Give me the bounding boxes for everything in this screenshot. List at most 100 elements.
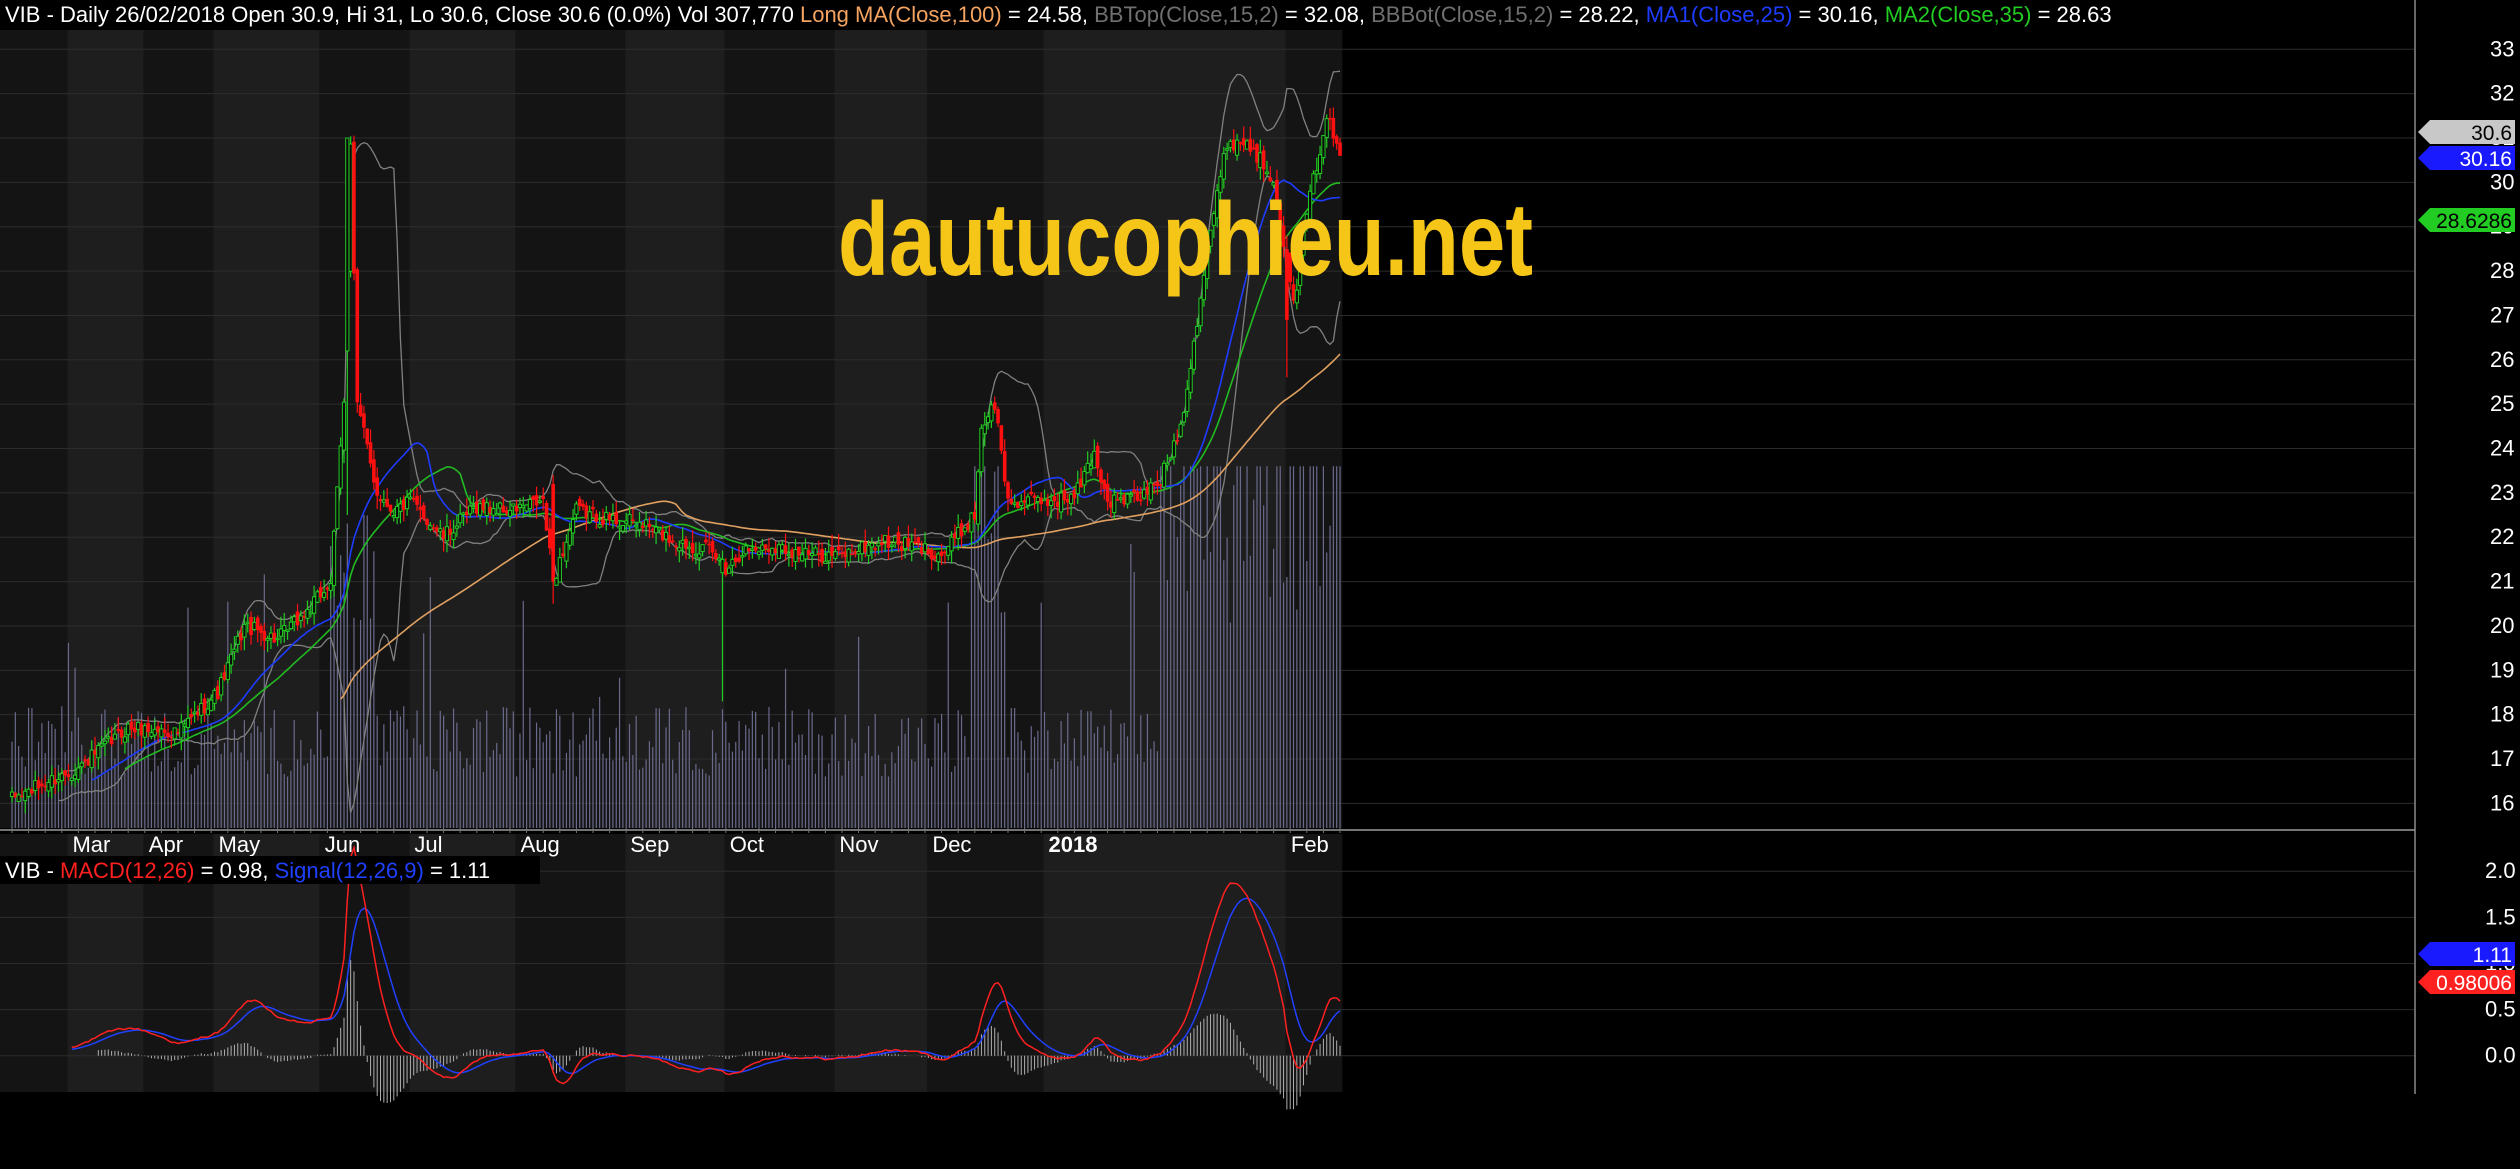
candle-body <box>793 549 798 562</box>
candle-body <box>1118 497 1123 500</box>
candle-body <box>275 637 280 641</box>
candle-body <box>454 525 459 529</box>
candle-body <box>521 505 526 509</box>
candle-body <box>581 503 585 507</box>
candle-body <box>312 596 317 614</box>
candle-body <box>1268 177 1273 182</box>
candle-body <box>902 536 908 550</box>
candle-body <box>185 717 191 728</box>
candle-body <box>551 484 555 582</box>
candle-body <box>677 547 682 552</box>
header-segment: = 28.22, <box>1553 2 1645 27</box>
candle-body <box>1317 154 1323 175</box>
candle-body <box>1234 139 1240 156</box>
candle-body <box>23 790 28 802</box>
price-tick-label: 17 <box>2490 746 2514 771</box>
candle-body <box>1012 502 1017 505</box>
candle-body <box>162 729 167 734</box>
candle-body <box>398 503 403 512</box>
candle-body <box>866 544 871 556</box>
candle-body <box>564 541 569 562</box>
candle-body <box>199 702 204 716</box>
candle-body <box>869 542 874 548</box>
candle-body <box>225 662 230 681</box>
candle-body <box>780 544 785 551</box>
header-segment: Long MA(Close,100) <box>800 2 1002 27</box>
candle-body <box>756 551 762 556</box>
candle-body <box>122 736 127 743</box>
candle-body <box>524 504 529 512</box>
candle-body <box>770 547 775 556</box>
candle-body <box>1168 457 1173 460</box>
chart-canvas[interactable]: 161718192021222324252627282930313233 Mar… <box>0 0 2520 1164</box>
candle-body <box>33 780 38 791</box>
candle-body <box>1092 450 1097 469</box>
candle-body <box>288 621 293 630</box>
candle-body <box>939 551 944 556</box>
time-tick-label: Oct <box>730 832 764 857</box>
time-tick-label: Jun <box>325 832 360 857</box>
header-segment: = 32.08, <box>1279 2 1371 27</box>
candle-body <box>362 413 366 428</box>
candle-body <box>1161 462 1167 488</box>
candle-body <box>212 689 217 704</box>
chart-window: 161718192021222324252627282930313233 Mar… <box>0 0 2520 1164</box>
candle-body <box>1095 445 1100 469</box>
candle-body <box>451 532 456 541</box>
candle-body <box>548 528 552 549</box>
candle-body <box>823 560 828 564</box>
header-segment: VIB - <box>5 858 60 883</box>
time-tick-label: Nov <box>839 832 878 857</box>
candle-body <box>478 503 483 516</box>
chart-header: VIB - Daily 26/02/2018 Open 30.9, Hi 31,… <box>5 2 2112 27</box>
candle-body <box>159 728 164 738</box>
candle-body <box>415 495 419 505</box>
candle-body <box>1002 451 1007 482</box>
price-tick-label: 27 <box>2490 302 2514 327</box>
candle-body <box>411 497 416 500</box>
price-tick-label: 25 <box>2490 391 2514 416</box>
candle-body <box>209 699 214 712</box>
candle-body <box>1052 496 1057 502</box>
candle-body <box>431 527 436 529</box>
candle-body <box>9 791 15 797</box>
candle-body <box>634 524 639 528</box>
watermark: dautucophieu.net <box>838 182 1533 298</box>
candle-body <box>1221 153 1226 180</box>
candle-body <box>1248 138 1253 152</box>
candle-body <box>372 459 376 483</box>
candle-body <box>461 512 466 515</box>
month-band-price <box>409 30 516 828</box>
candle-body <box>850 553 854 556</box>
candle-body <box>468 505 473 515</box>
candle-body <box>494 512 499 516</box>
candle-body <box>979 427 984 473</box>
candle-body <box>79 762 84 768</box>
candle-body <box>816 553 821 555</box>
candle-body <box>146 722 150 732</box>
candle-body <box>913 541 917 543</box>
candle-body <box>26 788 31 797</box>
candle-body <box>989 404 994 422</box>
candle-body <box>59 773 64 782</box>
candle-body <box>321 592 327 598</box>
candle-body <box>1155 481 1160 486</box>
month-band-price <box>724 30 835 828</box>
price-tick-label: 33 <box>2490 36 2514 61</box>
candle-body <box>537 500 542 503</box>
header-segment: BBBot(Close,15,2) <box>1371 2 1553 27</box>
candle-body <box>800 554 805 562</box>
price-tag-label: 30.16 <box>2459 148 2512 171</box>
candle-body <box>1099 469 1103 483</box>
candle-body <box>710 541 715 553</box>
candle-body <box>1068 493 1074 505</box>
candle-body <box>763 544 768 549</box>
candle-body <box>577 498 582 506</box>
candle-body <box>381 499 386 503</box>
macd-tick-label: 0.0 <box>2485 1043 2516 1068</box>
candle-body <box>826 551 831 562</box>
candle-body <box>803 547 808 560</box>
candle-body <box>617 525 622 529</box>
candle-body <box>1328 117 1332 120</box>
price-tag: 28.6286 <box>2418 208 2515 233</box>
